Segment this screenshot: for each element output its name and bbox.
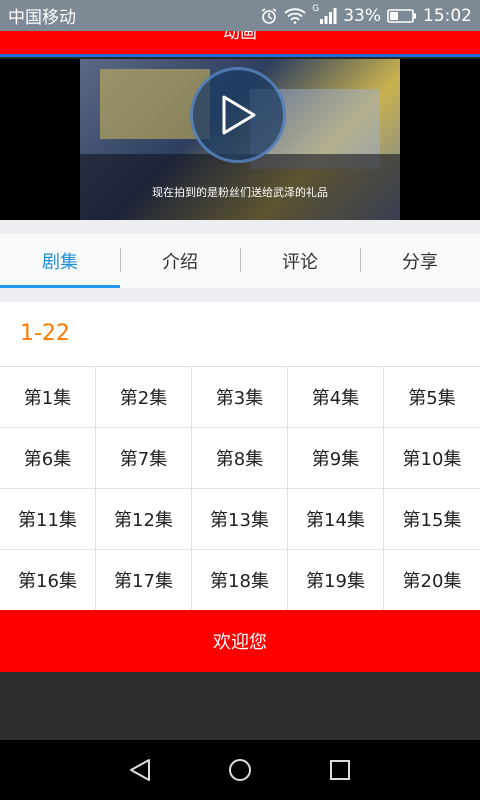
episode-grid: 第1集 第2集 第3集 第4集 第5集 第6集 第7集 第8集 第9集 第10集… bbox=[0, 366, 480, 611]
carrier-name: 中国移动 bbox=[8, 8, 76, 28]
episode-button[interactable]: 第15集 bbox=[384, 489, 480, 550]
episode-button[interactable]: 第7集 bbox=[96, 428, 192, 489]
play-icon bbox=[222, 95, 256, 135]
system-nav-bar bbox=[0, 740, 480, 800]
tabs-area: 剧集 介绍 评论 分享 bbox=[0, 220, 480, 302]
episode-button[interactable]: 第16集 bbox=[0, 550, 96, 611]
tab-share[interactable]: 分享 bbox=[360, 234, 480, 288]
battery-percent: 33% bbox=[343, 5, 381, 26]
back-button[interactable] bbox=[120, 750, 160, 790]
alarm-icon bbox=[261, 7, 277, 24]
status-bar: 中国移动 G 33% 15:02 bbox=[0, 0, 480, 31]
episode-button[interactable]: 第5集 bbox=[384, 367, 480, 428]
episode-button[interactable]: 第14集 bbox=[288, 489, 384, 550]
battery-icon bbox=[387, 8, 416, 23]
clock: 15:02 bbox=[423, 5, 472, 26]
network-type: G bbox=[312, 3, 320, 14]
episode-range[interactable]: 1-22 bbox=[0, 302, 480, 366]
episode-button[interactable]: 第17集 bbox=[96, 550, 192, 611]
tab-intro[interactable]: 介绍 bbox=[120, 234, 240, 288]
episode-button[interactable]: 第13集 bbox=[192, 489, 288, 550]
tab-episodes[interactable]: 剧集 bbox=[0, 234, 120, 288]
episode-button[interactable]: 第10集 bbox=[384, 428, 480, 489]
empty-area bbox=[0, 672, 480, 740]
episode-button[interactable]: 第4集 bbox=[288, 367, 384, 428]
recents-icon bbox=[330, 760, 350, 780]
page-title: 动画 bbox=[223, 31, 257, 43]
welcome-banner[interactable]: 欢迎您 bbox=[0, 610, 480, 672]
signal-icon bbox=[320, 7, 337, 24]
title-bar: 动画 bbox=[0, 31, 480, 57]
play-button[interactable] bbox=[190, 67, 286, 163]
home-button[interactable] bbox=[220, 750, 260, 790]
wifi-icon bbox=[284, 7, 306, 24]
episode-button[interactable]: 第6集 bbox=[0, 428, 96, 489]
episode-button[interactable]: 第3集 bbox=[192, 367, 288, 428]
back-icon bbox=[130, 759, 150, 781]
episode-list: 1-22 第1集 第2集 第3集 第4集 第5集 第6集 第7集 第8集 第9集… bbox=[0, 302, 480, 611]
recents-button[interactable] bbox=[320, 750, 360, 790]
home-icon bbox=[229, 759, 251, 781]
episode-button[interactable]: 第9集 bbox=[288, 428, 384, 489]
episode-button[interactable]: 第8集 bbox=[192, 428, 288, 489]
episode-button[interactable]: 第18集 bbox=[192, 550, 288, 611]
episode-button[interactable]: 第12集 bbox=[96, 489, 192, 550]
tab-comments[interactable]: 评论 bbox=[240, 234, 360, 288]
episode-button[interactable]: 第11集 bbox=[0, 489, 96, 550]
video-subtitle: 现在拍到的是粉丝们送给武泽的礼品 bbox=[152, 186, 328, 199]
episode-button[interactable]: 第19集 bbox=[288, 550, 384, 611]
tab-bar: 剧集 介绍 评论 分享 bbox=[0, 234, 480, 288]
episode-button[interactable]: 第20集 bbox=[384, 550, 480, 611]
episode-button[interactable]: 第2集 bbox=[96, 367, 192, 428]
episode-button[interactable]: 第1集 bbox=[0, 367, 96, 428]
